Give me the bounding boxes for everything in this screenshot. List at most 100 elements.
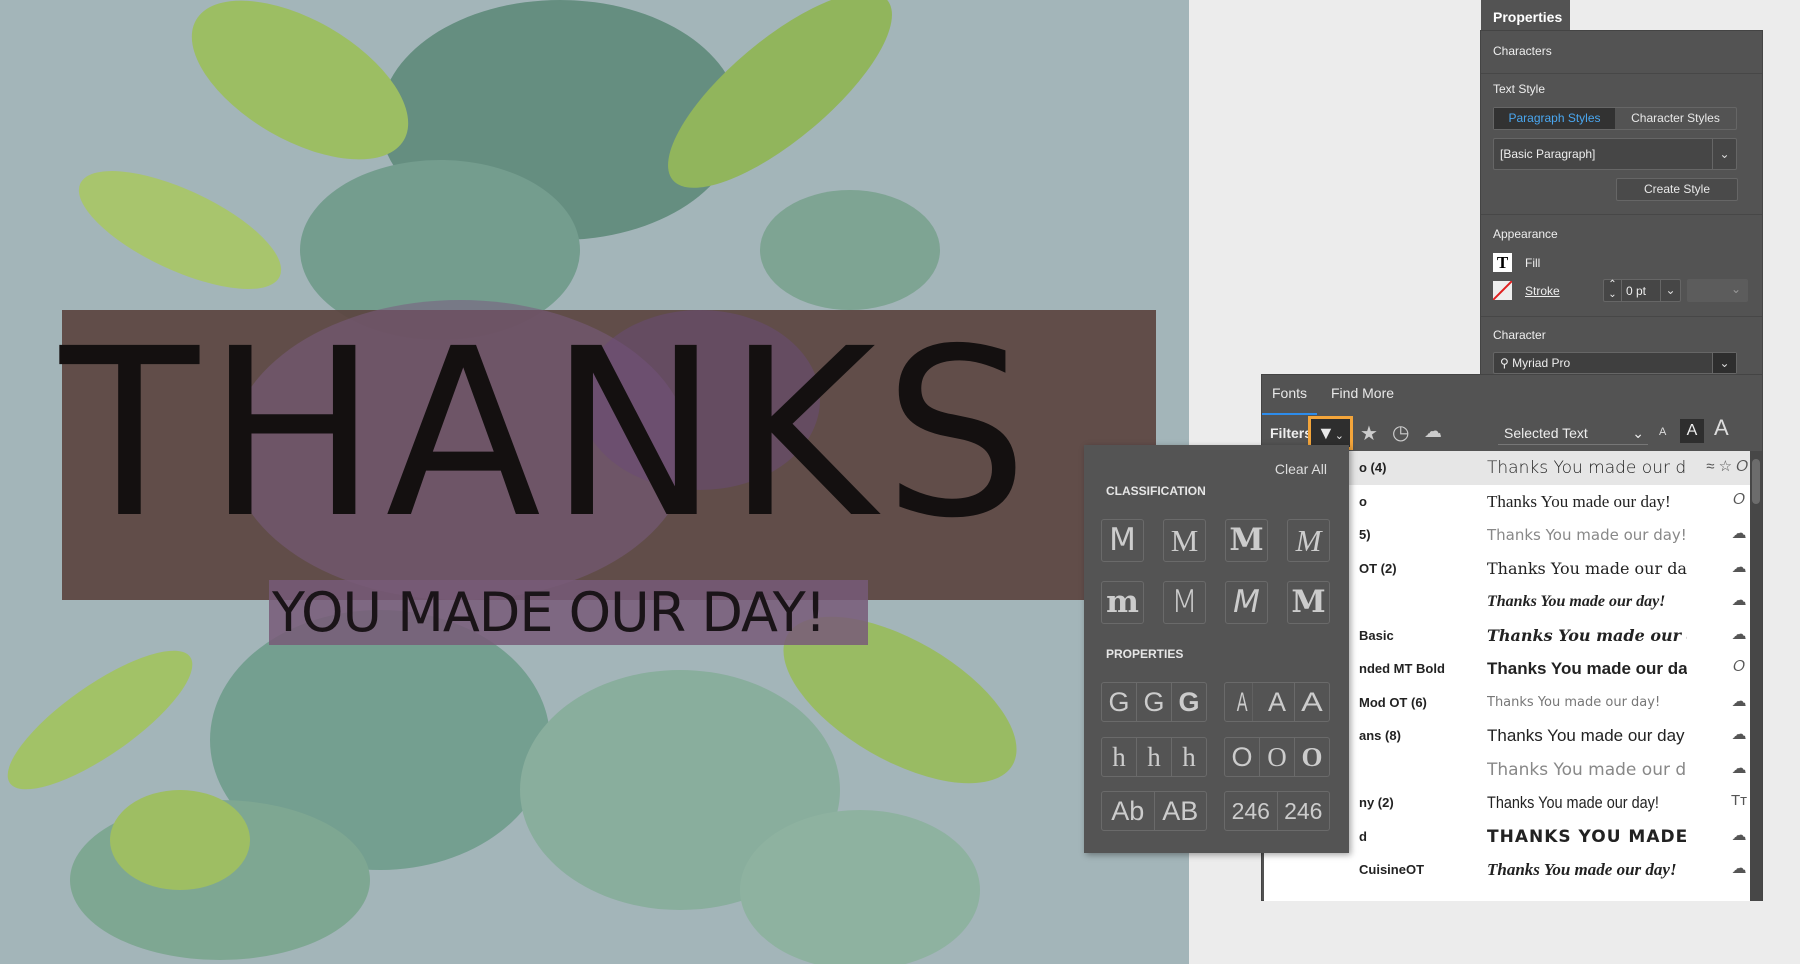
font-name: 5) (1359, 527, 1371, 542)
font-name: ny (2) (1359, 795, 1394, 810)
paragraph-styles-tab[interactable]: Paragraph Styles (1494, 108, 1615, 129)
weight-bold[interactable]: G (1172, 683, 1206, 721)
opentype-icon[interactable]: 𝑂 (1730, 491, 1748, 508)
cloud-sync-icon[interactable]: ☁ (1424, 421, 1442, 442)
cloud-sync-icon[interactable]: ☁ (1730, 524, 1748, 542)
classification-sans-serif[interactable]: M (1101, 519, 1144, 562)
width-condensed[interactable]: A (1232, 683, 1253, 721)
chevron-down-icon[interactable]: ⌄ (1660, 280, 1680, 301)
numerals-oldstyle[interactable]: 246 (1278, 792, 1330, 830)
paragraph-style-value: [Basic Paragraph] (1500, 147, 1596, 161)
size-small-button[interactable]: A (1659, 426, 1666, 438)
cloud-sync-icon[interactable]: ☁ (1730, 692, 1748, 710)
xheight-low[interactable]: h (1102, 738, 1137, 776)
chevron-down-icon: ⌄ (1334, 430, 1345, 442)
font-name: d (1359, 828, 1367, 844)
weight-filter: G G G (1101, 682, 1207, 722)
font-name: OT (2) (1359, 560, 1397, 576)
chevron-down-icon: ⌄ (1730, 282, 1741, 296)
font-family-select[interactable]: ⚲ Myriad Pro ⌄ (1493, 352, 1737, 374)
xheight-high[interactable]: h (1172, 738, 1206, 776)
truetype-icon[interactable]: Tт (1730, 792, 1748, 809)
contrast-low[interactable]: O (1225, 738, 1260, 776)
chevron-down-icon: ⌄ (1632, 425, 1644, 441)
stroke-weight-field[interactable]: ⌃ ⌄ 0 pt ⌄ (1603, 279, 1681, 302)
width-normal[interactable]: A (1260, 683, 1295, 721)
cloud-sync-icon[interactable]: ☁ (1730, 625, 1748, 643)
stepper-icon[interactable]: ⌃ ⌄ (1604, 280, 1622, 301)
scrollbar-thumb[interactable] (1752, 459, 1760, 504)
filter-popup: Clear All CLASSIFICATION MMMMmMMM PROPER… (1084, 445, 1349, 853)
cloud-sync-icon[interactable]: ☁ (1730, 759, 1748, 777)
classification-script[interactable]: M (1287, 519, 1330, 562)
width-filter: A A A (1224, 682, 1330, 722)
font-name: Basic (1359, 627, 1394, 643)
stroke-link[interactable]: Stroke (1525, 284, 1560, 298)
font-sample: THANKS YOU MADE OUR DAY! (1487, 826, 1687, 847)
divider (1481, 214, 1762, 215)
xheight-mid[interactable]: h (1137, 738, 1172, 776)
filters-label: Filters (1270, 425, 1313, 441)
cloud-sync-icon[interactable]: ☁ (1730, 591, 1748, 609)
stroke-none-icon[interactable] (1493, 281, 1512, 300)
font-sample: Thanks You made our d (1487, 458, 1687, 478)
headline-text[interactable]: THANKS (60, 318, 1050, 550)
tab-find-more[interactable]: Find More (1331, 385, 1394, 415)
activated-icon[interactable]: ≈ ☆ 𝑂 (1674, 457, 1748, 475)
scrollbar[interactable] (1750, 451, 1762, 901)
properties-heading: PROPERTIES (1106, 647, 1184, 661)
create-style-button[interactable]: Create Style (1616, 178, 1738, 201)
classification-slab-serif[interactable]: M (1225, 519, 1268, 562)
paragraph-style-select[interactable]: [Basic Paragraph] ⌄ (1493, 138, 1737, 170)
font-name: o (4) (1359, 460, 1387, 475)
font-list-item[interactable]: CuisineOT Thanks You made our day! ☁ (1264, 853, 1750, 887)
filter-funnel-icon: ▼ (1316, 423, 1335, 443)
weight-regular[interactable]: G (1137, 683, 1172, 721)
contrast-mid[interactable]: O (1260, 738, 1295, 776)
chevron-down-icon: ⌄ (1712, 139, 1736, 169)
classification-blackletter[interactable]: m (1101, 581, 1144, 624)
case-standard[interactable]: Ab (1102, 792, 1155, 830)
contrast-high[interactable]: O (1295, 738, 1329, 776)
size-large-button[interactable]: A (1714, 415, 1729, 441)
cloud-sync-icon[interactable]: ☁ (1730, 725, 1748, 743)
properties-panel: Characters Text Style Paragraph Styles C… (1480, 30, 1763, 376)
font-sample: Thanks You made our day! (1487, 860, 1677, 879)
classification-hand[interactable]: M (1225, 581, 1268, 624)
font-sample: Thanks You made our day! (1487, 558, 1687, 578)
text-style-heading: Text Style (1493, 82, 1546, 96)
opentype-icon[interactable]: 𝑂 (1730, 658, 1748, 675)
clear-all-button[interactable]: Clear All (1275, 461, 1327, 477)
text-fill-icon[interactable]: T (1493, 253, 1512, 272)
stroke-type-select[interactable]: ⌄ (1687, 279, 1748, 302)
weight-light[interactable]: G (1102, 683, 1137, 721)
width-wide[interactable]: A (1292, 683, 1333, 721)
classification-serif[interactable]: M (1163, 519, 1206, 562)
font-sample: Thanks You made our day! (1487, 694, 1661, 710)
favorites-star-icon[interactable]: ★ (1360, 421, 1378, 446)
recent-clock-icon[interactable]: ◷ (1392, 420, 1409, 445)
numerals-filter: 246 246 (1224, 791, 1330, 831)
font-sample: Thanks You made our day! (1487, 593, 1666, 610)
classification-monospaced[interactable]: M (1163, 581, 1206, 624)
character-styles-tab[interactable]: Character Styles (1615, 108, 1736, 129)
characters-heading: Characters (1493, 44, 1552, 58)
tab-properties[interactable]: Properties (1481, 0, 1570, 31)
style-type-toggle: Paragraph Styles Character Styles (1493, 107, 1737, 130)
numerals-lining[interactable]: 246 (1225, 792, 1278, 830)
cloud-sync-icon[interactable]: ☁ (1730, 558, 1748, 576)
subline-text[interactable]: YOU MADE OUR DAY! (272, 580, 872, 645)
cloud-sync-icon[interactable]: ☁ (1730, 859, 1748, 877)
cloud-sync-icon[interactable]: ☁ (1730, 826, 1748, 844)
font-name: ans (8) (1359, 728, 1401, 743)
classification-decorative[interactable]: M (1287, 581, 1330, 624)
preview-text-value: Selected Text (1504, 425, 1588, 441)
tab-fonts[interactable]: Fonts (1262, 385, 1318, 415)
font-sample: Thanks You made our day! (1487, 793, 1659, 812)
case-caps[interactable]: AB (1155, 792, 1207, 830)
preview-text-select[interactable]: Selected Text ⌄ (1498, 421, 1648, 445)
xheight-filter: h h h (1101, 737, 1207, 777)
artboard[interactable]: THANKS YOU MADE OUR DAY! (0, 0, 1189, 964)
font-name: nded MT Bold (1359, 661, 1445, 676)
size-medium-button[interactable]: A (1680, 419, 1704, 443)
